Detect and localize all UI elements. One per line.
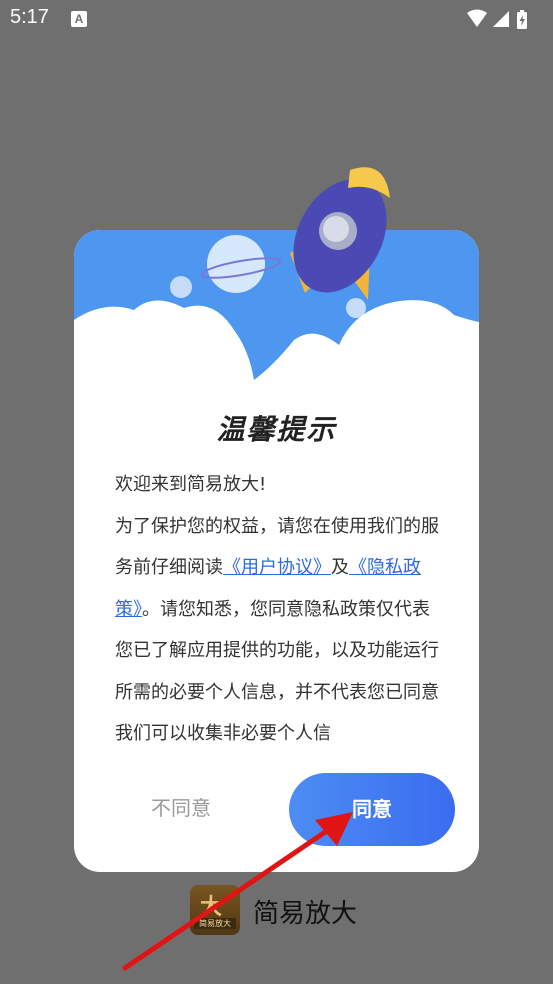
battery-icon [517, 10, 527, 29]
dialog-body: 欢迎来到简易放大! 为了保护您的权益，请您在使用我们的服务前仔细阅读《用户协议》… [115, 464, 441, 755]
notification-a-icon: A [71, 11, 87, 27]
privacy-text: 为了保护您的权益，请您在使用我们的服务前仔细阅读《用户协议》及《隐私政策》。请您… [115, 515, 439, 745]
status-time: 5:17 [10, 6, 49, 28]
welcome-text: 欢迎来到简易放大! [115, 474, 267, 495]
planet-icon [207, 235, 265, 293]
signal-icon [493, 11, 509, 27]
status-bar: 5:17 A [0, 0, 553, 38]
user-agreement-link[interactable]: 《用户协议》 [223, 557, 331, 578]
system-icons [467, 9, 527, 29]
annotation-arrow-icon [122, 812, 353, 971]
rocket-icon [290, 167, 390, 300]
privacy-dialog: 温馨提示 欢迎来到简易放大! 为了保护您的权益，请您在使用我们的服务前仔细阅读《… [74, 230, 479, 872]
wifi-icon [467, 9, 487, 27]
dialog-title: 温馨提示 [216, 413, 337, 446]
